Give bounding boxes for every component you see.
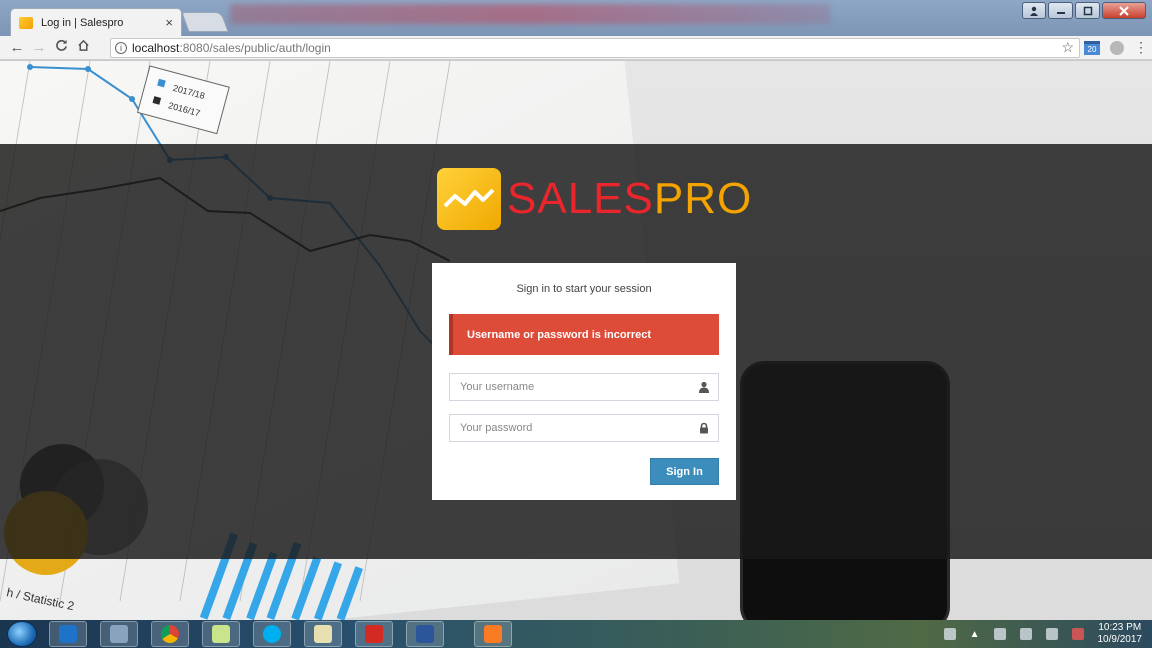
lock-icon bbox=[700, 422, 708, 434]
reload-icon[interactable] bbox=[50, 39, 72, 56]
minimize-icon[interactable] bbox=[1048, 2, 1073, 19]
tab-title: Log in | Salespro bbox=[41, 16, 124, 29]
close-window-icon[interactable] bbox=[1102, 2, 1146, 19]
system-tray: ▲ 10:23 PM 10/9/2017 bbox=[943, 622, 1143, 646]
browser-tab-active[interactable]: Log in | Salespro × bbox=[10, 8, 182, 36]
error-alert: Username or password is incorrect bbox=[449, 314, 719, 355]
clock-date: 10/9/2017 bbox=[1097, 634, 1143, 645]
browser-titlebar: Log in | Salespro × bbox=[0, 0, 1152, 36]
extension-icon[interactable] bbox=[1110, 40, 1124, 55]
chrome-app-icon[interactable] bbox=[151, 621, 189, 647]
home-icon[interactable] bbox=[72, 39, 94, 56]
login-page: 2017/18 2016/17 h / Statistic 2 SALESPRO… bbox=[0, 61, 1152, 620]
clock-time: 10:23 PM bbox=[1098, 622, 1142, 633]
show-hidden-icons-icon[interactable]: ▲ bbox=[970, 629, 980, 640]
flag-icon[interactable] bbox=[1045, 628, 1058, 640]
calendar-extension-icon[interactable]: 20 bbox=[1084, 40, 1100, 55]
logo-text-pro: PRO bbox=[653, 174, 753, 223]
system-clock[interactable]: 10:23 PM 10/9/2017 bbox=[1098, 622, 1143, 646]
statistic-label: h / Statistic 2 bbox=[5, 585, 75, 613]
user-icon bbox=[699, 381, 709, 393]
address-bar[interactable]: i localhost :8080/sales/public/auth/logi… bbox=[110, 38, 1080, 58]
windows-taskbar: ▲ 10:23 PM 10/9/2017 bbox=[0, 620, 1152, 648]
username-input[interactable] bbox=[450, 374, 718, 400]
acrobat-app-icon[interactable] bbox=[355, 621, 393, 647]
back-icon[interactable]: ← bbox=[6, 39, 28, 56]
login-subtitle: Sign in to start your session bbox=[516, 283, 652, 295]
word-app-icon[interactable] bbox=[406, 621, 444, 647]
outlook-app-icon[interactable] bbox=[49, 621, 87, 647]
toolbar-actions: ☆ 20 ⋮ bbox=[1061, 39, 1148, 56]
logo-chart-icon bbox=[437, 168, 501, 230]
skype-app-icon[interactable] bbox=[253, 621, 291, 647]
battery-icon[interactable] bbox=[1071, 628, 1084, 640]
start-button[interactable] bbox=[7, 621, 37, 647]
sticky-notes-app-icon[interactable] bbox=[202, 621, 240, 647]
info-icon[interactable]: i bbox=[115, 42, 127, 54]
network-icon[interactable] bbox=[993, 628, 1006, 640]
username-field bbox=[449, 373, 719, 401]
tab-close-icon[interactable]: × bbox=[165, 15, 173, 30]
window-controls bbox=[1022, 2, 1146, 19]
sign-in-button[interactable]: Sign In bbox=[650, 458, 719, 485]
user-profile-icon[interactable] bbox=[1022, 2, 1046, 19]
notepad-app-icon[interactable] bbox=[304, 621, 342, 647]
star-icon[interactable]: ☆ bbox=[1061, 39, 1074, 56]
salespro-logo: SALESPRO bbox=[437, 168, 752, 230]
login-card: Sign in to start your session Username o… bbox=[432, 263, 736, 500]
password-field bbox=[449, 414, 719, 442]
forward-icon[interactable]: → bbox=[28, 39, 50, 56]
url-path: :8080/sales/public/auth/login bbox=[179, 41, 331, 55]
volume-icon[interactable] bbox=[1019, 628, 1032, 640]
logo-text: SALESPRO bbox=[507, 177, 752, 221]
browser-toolbar: ← → i localhost :8080/sales/public/auth/… bbox=[0, 36, 1152, 60]
salespro-favicon-icon bbox=[19, 16, 33, 29]
calculator-app-icon[interactable] bbox=[100, 621, 138, 647]
url-host: localhost bbox=[132, 41, 180, 55]
maximize-icon[interactable] bbox=[1075, 2, 1100, 19]
menu-icon[interactable]: ⋮ bbox=[1134, 39, 1148, 56]
xampp-app-icon[interactable] bbox=[474, 621, 512, 647]
titlebar-background bbox=[230, 4, 830, 24]
password-input[interactable] bbox=[450, 415, 718, 441]
keyboard-icon[interactable] bbox=[943, 628, 956, 640]
logo-text-sales: SALES bbox=[507, 174, 654, 223]
new-tab-button[interactable] bbox=[181, 12, 229, 32]
